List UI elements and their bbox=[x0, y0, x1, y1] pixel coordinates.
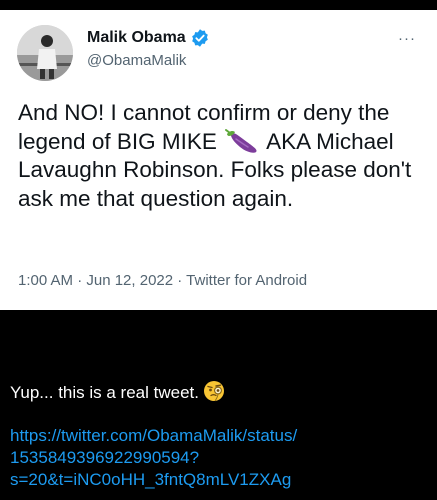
link-line-1[interactable]: https://twitter.com/ObamaMalik/status/ bbox=[10, 425, 430, 447]
top-bar bbox=[0, 0, 437, 10]
eggplant-emoji-icon bbox=[223, 128, 261, 154]
tweet-text: And NO! I cannot confirm or deny the leg… bbox=[18, 99, 428, 213]
author-name[interactable]: Malik Obama bbox=[87, 29, 186, 47]
message-body: Yup... this is a real tweet. bbox=[10, 383, 199, 402]
tweet-url-link[interactable]: https://twitter.com/ObamaMalik/status/ 1… bbox=[10, 425, 430, 491]
message-text: Yup... this is a real tweet. bbox=[10, 380, 225, 403]
author-handle[interactable]: @ObamaMalik bbox=[87, 52, 186, 69]
link-line-2[interactable]: 1535849396922990594? bbox=[10, 447, 430, 469]
message-bubble: Yup... this is a real tweet. https://twi… bbox=[0, 357, 437, 500]
face-with-monocle-emoji-icon bbox=[203, 380, 225, 402]
link-line-3[interactable]: s=20&t=iNC0oHH_3fntQ8mLV1ZXAg bbox=[10, 469, 430, 491]
author-avatar[interactable] bbox=[17, 25, 73, 81]
verified-badge-icon bbox=[190, 28, 210, 48]
more-options-icon[interactable]: ··· bbox=[398, 31, 416, 46]
tweet-card[interactable]: Malik Obama @ObamaMalik ··· And NO! I ca… bbox=[0, 10, 437, 310]
tweet-timestamp[interactable]: 1:00 AM · Jun 12, 2022 · Twitter for And… bbox=[18, 272, 307, 289]
